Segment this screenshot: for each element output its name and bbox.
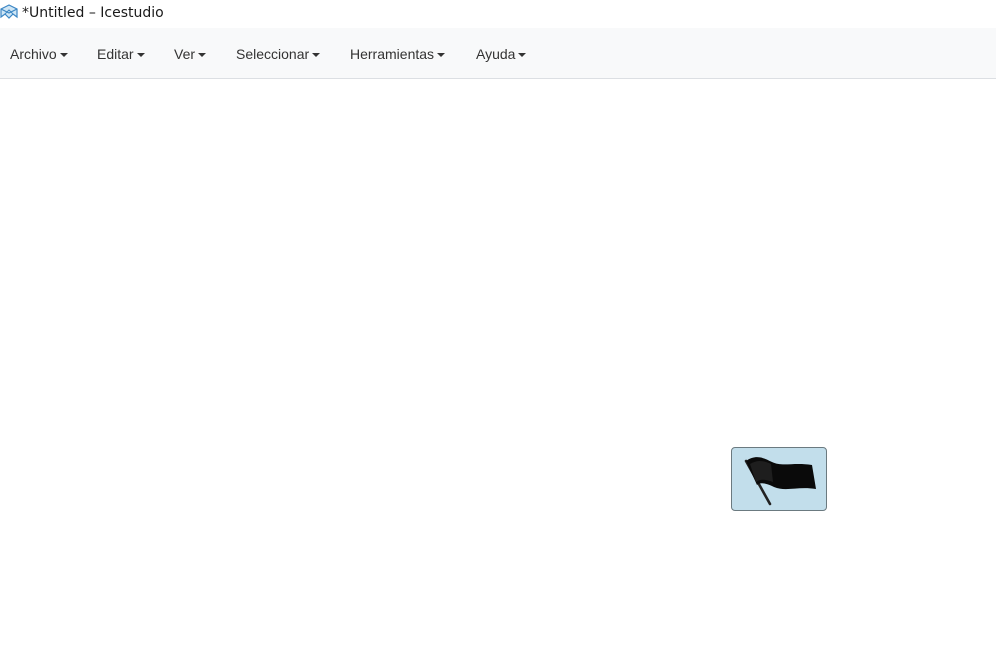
caret-down-icon: [198, 52, 207, 57]
menu-label: Seleccionar: [236, 46, 310, 62]
flag-block[interactable]: [731, 447, 827, 511]
menu-label: Herramientas: [350, 46, 435, 62]
menu-editar[interactable]: Editar: [97, 45, 145, 63]
window-title: *Untitled – Icestudio: [22, 5, 164, 21]
black-flag-icon: [744, 457, 816, 506]
caret-down-icon: [312, 52, 321, 57]
caret-down-icon: [59, 52, 68, 57]
menu-herramientas[interactable]: Herramientas: [350, 45, 446, 63]
title-bar: *Untitled – Icestudio: [0, 0, 996, 28]
icestudio-logo-icon: [0, 4, 18, 22]
menu-label: Archivo: [10, 46, 57, 62]
caret-down-icon: [437, 52, 446, 57]
design-canvas[interactable]: [0, 79, 996, 668]
menu-label: Ver: [174, 46, 196, 62]
caret-down-icon: [136, 52, 145, 57]
caret-down-icon: [518, 52, 527, 57]
menu-ver[interactable]: Ver: [174, 45, 207, 63]
menu-bar: Archivo Editar Ver Seleccionar Herramien…: [0, 28, 996, 79]
menu-archivo[interactable]: Archivo: [10, 45, 68, 63]
menu-ayuda[interactable]: Ayuda: [476, 45, 527, 63]
menu-label: Editar: [97, 46, 134, 62]
menu-seleccionar[interactable]: Seleccionar: [236, 45, 321, 63]
menu-label: Ayuda: [476, 46, 516, 62]
